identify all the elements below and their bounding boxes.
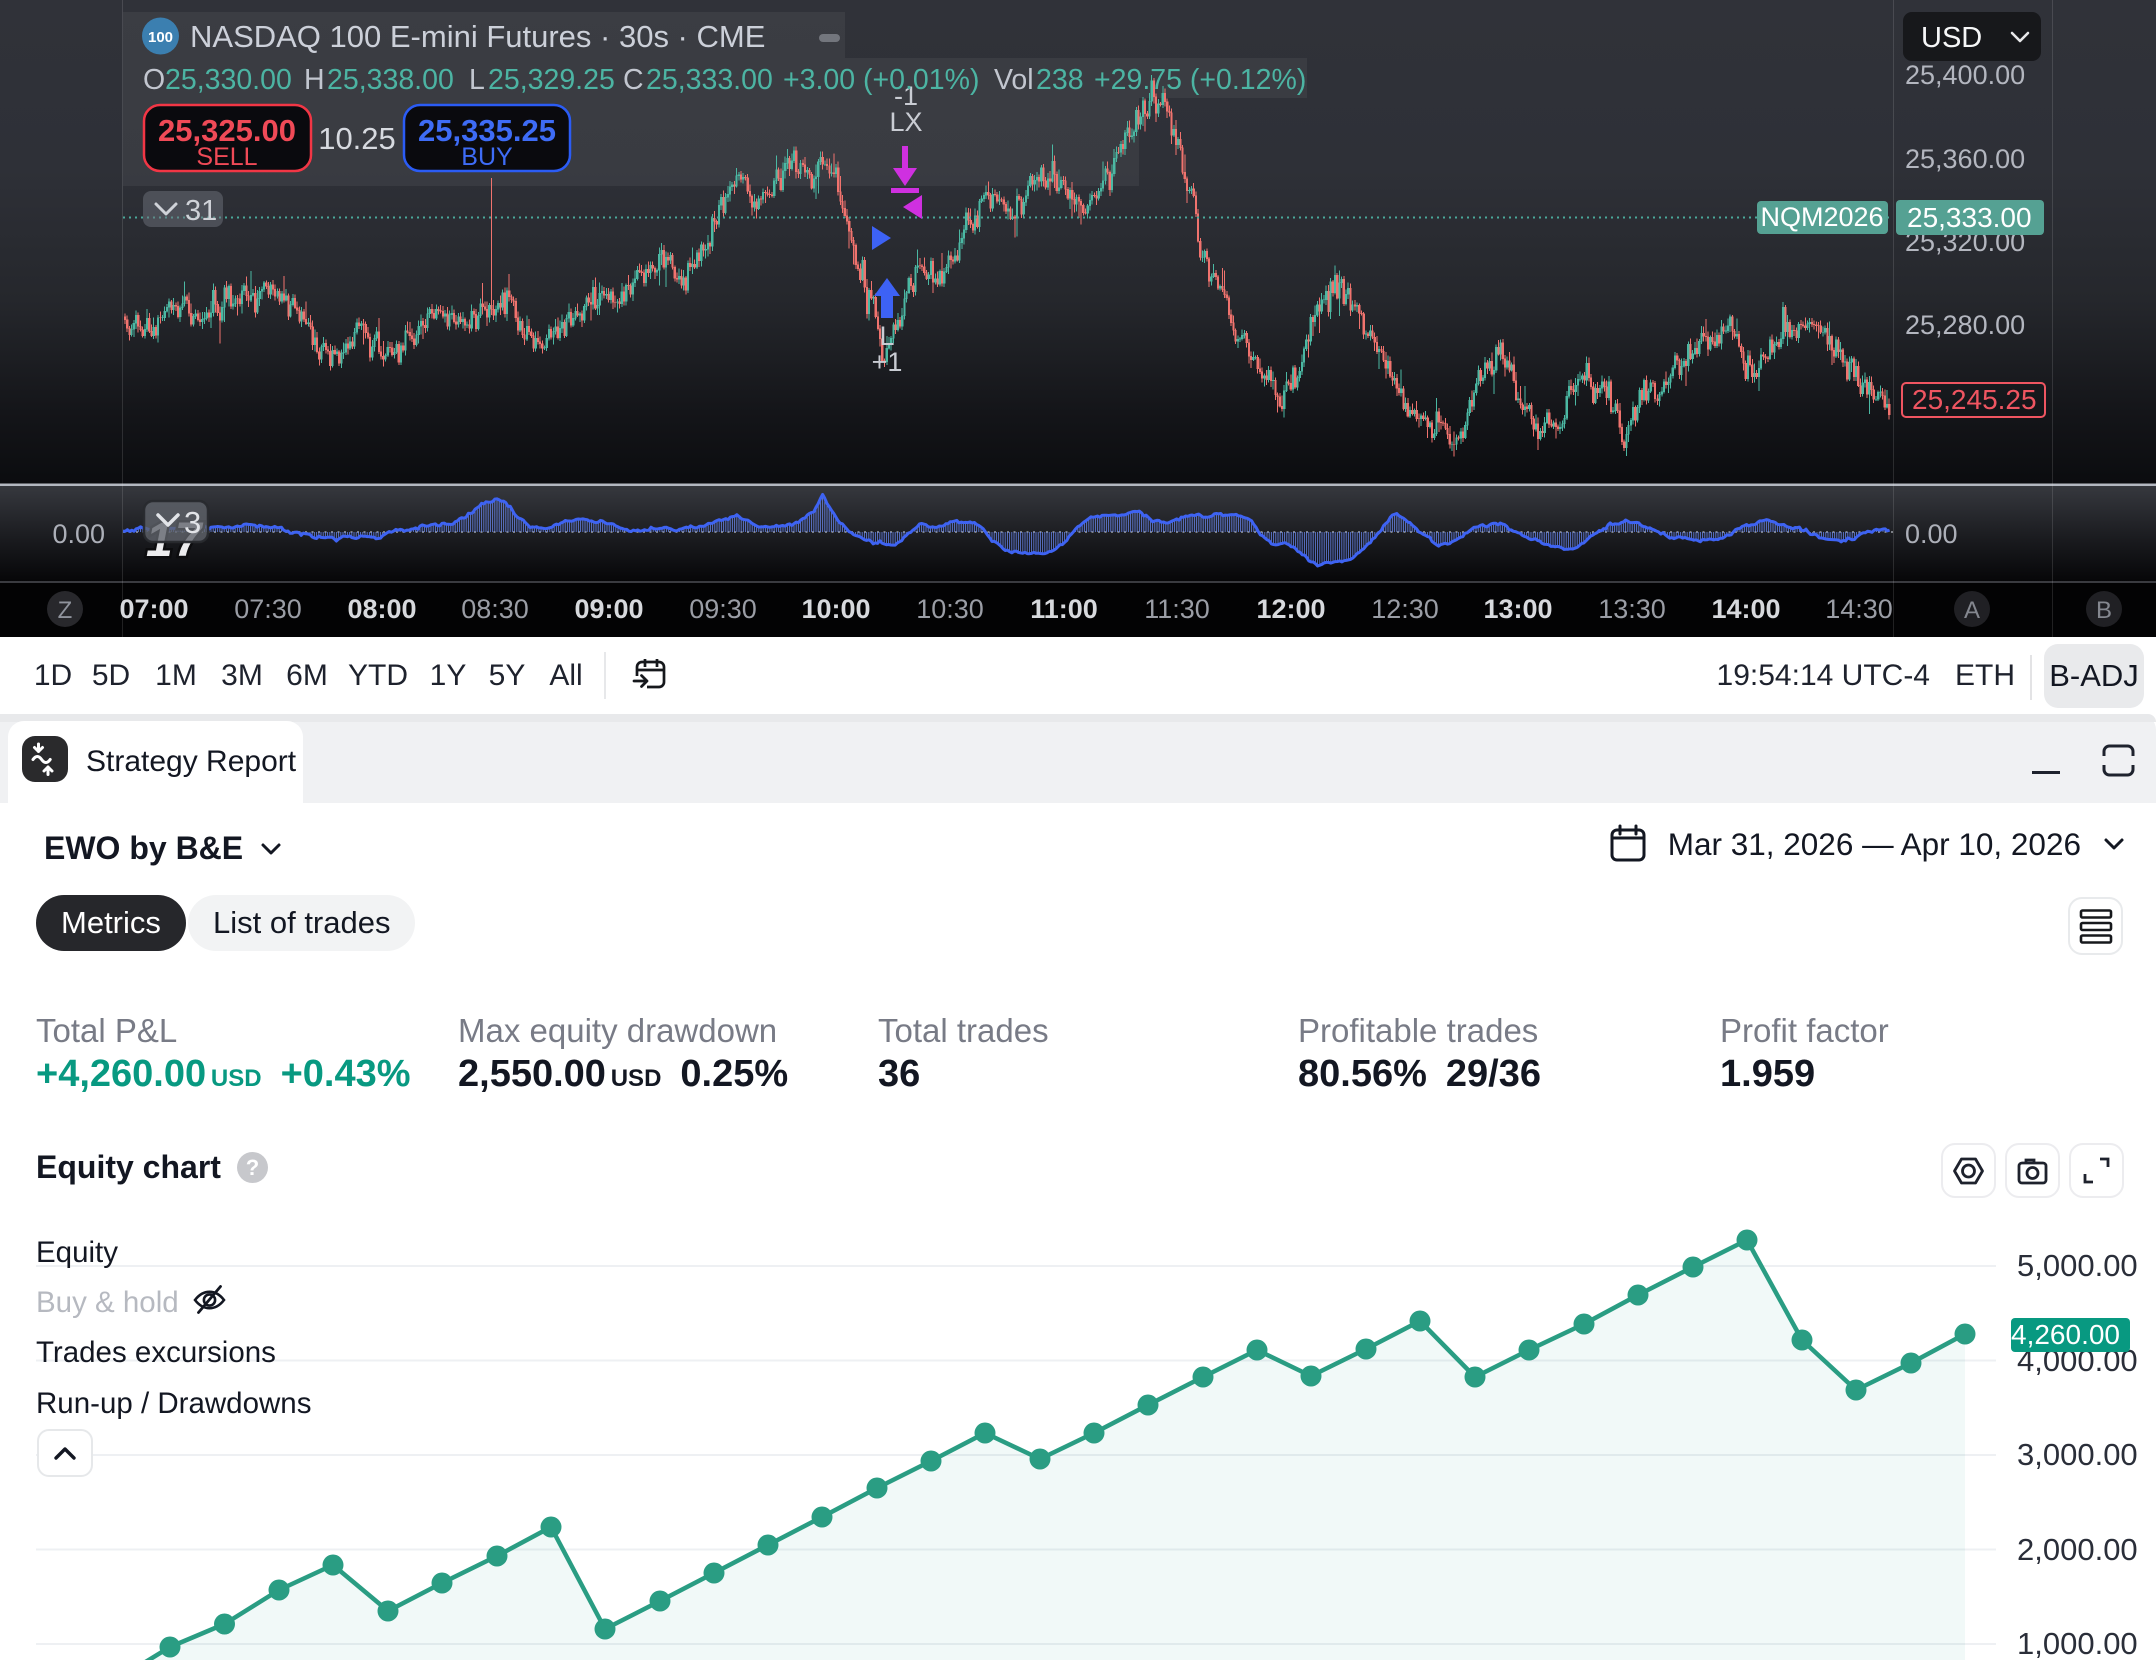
svg-text:11:00: 11:00 — [1030, 594, 1098, 624]
svg-text:25,400.00: 25,400.00 — [1905, 60, 2025, 90]
svg-text:B: B — [2096, 597, 2112, 624]
svg-text:14:00: 14:00 — [1711, 594, 1780, 624]
svg-text:25,360.00: 25,360.00 — [1905, 144, 2025, 174]
svg-text:+29.75 (+0.12%): +29.75 (+0.12%) — [1094, 64, 1306, 96]
svg-text:L: L — [469, 64, 485, 96]
svg-text:12:30: 12:30 — [1371, 594, 1439, 624]
svg-text:12:00: 12:00 — [1256, 594, 1325, 624]
svg-text:USD: USD — [1921, 22, 1982, 54]
svg-text:11:30: 11:30 — [1144, 594, 1210, 624]
svg-text:25,280.00: 25,280.00 — [1905, 310, 2025, 340]
svg-text:13:00: 13:00 — [1483, 594, 1552, 624]
svg-text:13:30: 13:30 — [1598, 594, 1666, 624]
svg-text:25,245.25: 25,245.25 — [1912, 384, 2037, 415]
svg-text:3: 3 — [184, 505, 201, 540]
svg-text:C: C — [623, 64, 644, 96]
svg-text:NASDAQ 100 E-mini Futures · 30: NASDAQ 100 E-mini Futures · 30s · CME — [190, 19, 765, 54]
svg-text:0.00: 0.00 — [1905, 519, 1958, 549]
svg-text:25,329.25: 25,329.25 — [488, 64, 615, 96]
svg-text:14:30: 14:30 — [1825, 594, 1893, 624]
svg-text:25,333.00: 25,333.00 — [646, 64, 773, 96]
svg-text:H: H — [304, 64, 325, 96]
svg-text:+1: +1 — [872, 347, 903, 377]
svg-text:O: O — [143, 64, 165, 96]
svg-text:08:00: 08:00 — [347, 594, 416, 624]
svg-text:238: 238 — [1036, 64, 1084, 96]
svg-text:25,333.00: 25,333.00 — [1907, 202, 2032, 233]
svg-text:Z: Z — [58, 597, 73, 624]
svg-text:31: 31 — [185, 195, 217, 227]
svg-text:LX: LX — [889, 107, 922, 137]
svg-text:07:30: 07:30 — [234, 594, 302, 624]
svg-text:BUY: BUY — [461, 143, 513, 171]
svg-text:25,338.00: 25,338.00 — [327, 64, 454, 96]
svg-text:A: A — [1964, 597, 1980, 624]
svg-text:NQM2026: NQM2026 — [1760, 202, 1883, 232]
svg-text:SELL: SELL — [196, 143, 257, 171]
svg-text:+3.00 (+0.01%): +3.00 (+0.01%) — [783, 64, 979, 96]
svg-text:0.00: 0.00 — [52, 519, 105, 549]
svg-text:25,330.00: 25,330.00 — [165, 64, 292, 96]
svg-text:10:00: 10:00 — [801, 594, 870, 624]
svg-text:07:00: 07:00 — [119, 594, 188, 624]
svg-text:100: 100 — [148, 29, 173, 46]
svg-text:10:30: 10:30 — [916, 594, 984, 624]
svg-text:09:30: 09:30 — [689, 594, 757, 624]
svg-text:08:30: 08:30 — [461, 594, 529, 624]
svg-text:09:00: 09:00 — [574, 594, 643, 624]
svg-text:10.25: 10.25 — [318, 121, 396, 156]
svg-text:Vol: Vol — [994, 64, 1034, 96]
